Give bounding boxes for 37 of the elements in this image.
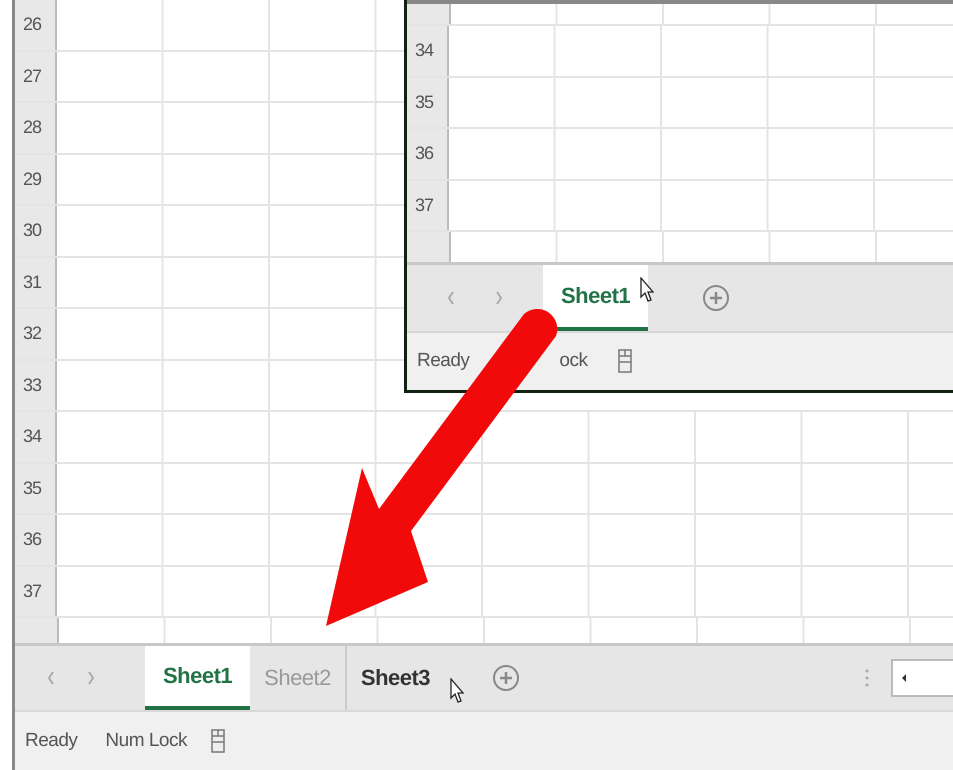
row-header[interactable]: 27 bbox=[15, 52, 57, 101]
row-header[interactable]: 28 bbox=[15, 103, 57, 152]
scroll-right-icon[interactable] bbox=[495, 290, 503, 305]
row-header[interactable]: 31 bbox=[15, 258, 57, 307]
row-header[interactable]: 34 bbox=[15, 412, 57, 462]
add-sheet-icon[interactable] bbox=[492, 664, 520, 692]
sheet-tab[interactable]: Sheet1 bbox=[543, 264, 648, 331]
sheet-tab[interactable]: Sheet1 bbox=[145, 646, 250, 710]
status-text: Ready bbox=[25, 730, 78, 752]
row-header[interactable]: 37 bbox=[407, 180, 449, 230]
row-header[interactable]: 32 bbox=[15, 309, 57, 358]
row-header[interactable] bbox=[407, 4, 451, 24]
scroll-right-icon[interactable] bbox=[87, 671, 95, 686]
page-layout-icon[interactable] bbox=[618, 349, 632, 374]
row-header[interactable]: 36 bbox=[15, 515, 57, 564]
row-header[interactable]: 30 bbox=[15, 206, 57, 256]
row-header[interactable]: 35 bbox=[407, 78, 449, 127]
row-header[interactable]: 29 bbox=[15, 154, 57, 204]
status-text: ock bbox=[559, 350, 588, 372]
page-layout-icon[interactable] bbox=[210, 729, 225, 754]
row-header[interactable] bbox=[15, 618, 59, 644]
status-text: Ready bbox=[417, 350, 470, 372]
row-header[interactable]: 33 bbox=[15, 360, 57, 410]
row-header[interactable]: 36 bbox=[407, 129, 449, 178]
row-header[interactable]: 26 bbox=[15, 0, 57, 50]
row-header[interactable] bbox=[407, 232, 451, 262]
horizontal-scrollbar[interactable] bbox=[891, 659, 953, 698]
add-sheet-icon[interactable] bbox=[702, 284, 730, 312]
row-header[interactable]: 35 bbox=[15, 464, 57, 513]
sheet-tab[interactable]: Sheet3 bbox=[346, 646, 444, 710]
row-header[interactable]: 37 bbox=[15, 566, 57, 616]
cursor-icon bbox=[640, 276, 654, 303]
status-text: Num Lock bbox=[105, 730, 187, 752]
row-header[interactable]: 34 bbox=[407, 26, 449, 76]
scroll-left-icon[interactable] bbox=[901, 673, 907, 684]
splitter-icon[interactable] bbox=[865, 668, 869, 688]
cursor-icon bbox=[450, 678, 464, 704]
